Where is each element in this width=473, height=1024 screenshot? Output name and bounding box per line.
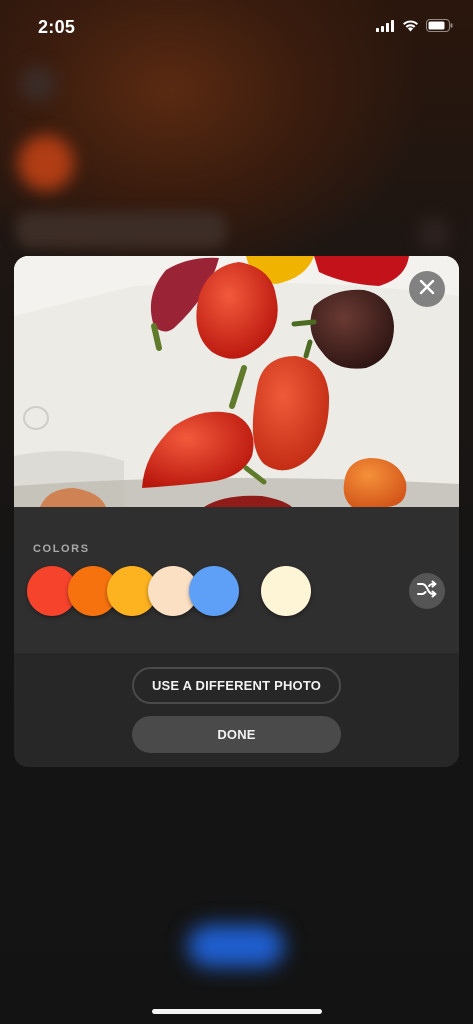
status-time: 2:05 — [38, 17, 76, 37]
selected-photo — [14, 256, 459, 507]
close-button[interactable] — [409, 271, 445, 307]
blurred-icon-right — [418, 218, 450, 250]
cellular-signal-icon — [376, 19, 395, 37]
wifi-icon — [402, 19, 419, 37]
close-icon — [419, 279, 435, 300]
use-different-photo-button[interactable]: USE A DIFFERENT PHOTO — [132, 667, 341, 704]
colors-label: COLORS — [33, 543, 90, 555]
shuffle-icon — [417, 580, 437, 603]
peppers-photo — [14, 256, 459, 507]
blurred-avatar-orange — [18, 135, 74, 191]
battery-icon — [426, 19, 453, 37]
color-swatch-blue[interactable] — [189, 566, 239, 616]
status-bar: 2:05 — [0, 0, 473, 56]
blurred-avatar-small — [20, 66, 56, 102]
color-picker-card: COLORS USE A DIFFERENT PHOTO DONE — [14, 256, 459, 767]
actions-panel: USE A DIFFERENT PHOTO DONE — [14, 653, 459, 767]
shuffle-colors-button[interactable] — [409, 573, 445, 609]
done-button[interactable]: DONE — [132, 716, 341, 753]
blurred-blue-button — [188, 925, 284, 967]
home-indicator[interactable] — [152, 1009, 322, 1014]
blurred-text-bar — [16, 212, 226, 248]
selected-color-swatch[interactable] — [261, 566, 311, 616]
